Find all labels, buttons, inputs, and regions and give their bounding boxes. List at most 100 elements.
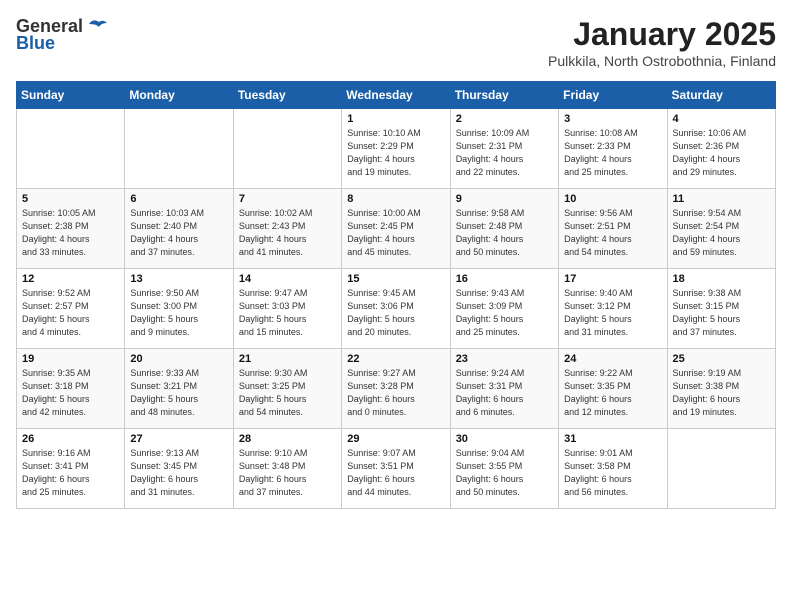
day-info: Sunrise: 9:38 AM Sunset: 3:15 PM Dayligh… xyxy=(673,287,770,339)
table-row: 16 Sunrise: 9:43 AM Sunset: 3:09 PM Dayli… xyxy=(450,269,558,349)
table-row: 25 Sunrise: 9:19 AM Sunset: 3:38 PM Dayli… xyxy=(667,349,775,429)
logo-bird-icon xyxy=(85,18,107,36)
day-number: 31 xyxy=(564,433,661,445)
table-row: 1Sunrise: 10:10 AM Sunset: 2:29 PM Dayli… xyxy=(342,109,450,189)
day-info: Sunrise: 9:13 AM Sunset: 3:45 PM Dayligh… xyxy=(130,447,227,499)
day-info: Sunrise: 9:04 AM Sunset: 3:55 PM Dayligh… xyxy=(456,447,553,499)
table-row: 21Sunrise: 9:30 AM Sunset: 3:25 PM Dayli… xyxy=(233,349,341,429)
day-number: 4 xyxy=(673,113,770,125)
day-info: Sunrise: 10:00 AM Sunset: 2:45 PM Daylig… xyxy=(347,207,444,259)
table-row: 23 Sunrise: 9:24 AM Sunset: 3:31 PM Dayli… xyxy=(450,349,558,429)
table-row: 12 Sunrise: 9:52 AM Sunset: 2:57 PM Dayli… xyxy=(17,269,125,349)
day-number: 25 xyxy=(673,353,770,365)
table-row: 20Sunrise: 9:33 AM Sunset: 3:21 PM Dayli… xyxy=(125,349,233,429)
day-number: 5 xyxy=(22,193,119,205)
header-saturday: Saturday xyxy=(667,82,775,109)
table-row: 9Sunrise: 9:58 AM Sunset: 2:48 PM Daylig… xyxy=(450,189,558,269)
table-row: 14 Sunrise: 9:47 AM Sunset: 3:03 PM Dayli… xyxy=(233,269,341,349)
day-number: 11 xyxy=(673,193,770,205)
day-info: Sunrise: 9:45 AM Sunset: 3:06 PM Dayligh… xyxy=(347,287,444,339)
page-header: General Blue January 2025 Pulkkila, Nort… xyxy=(16,16,776,69)
calendar-week-1: 1Sunrise: 10:10 AM Sunset: 2:29 PM Dayli… xyxy=(17,109,776,189)
table-row: 18 Sunrise: 9:38 AM Sunset: 3:15 PM Dayli… xyxy=(667,269,775,349)
day-info: Sunrise: 9:52 AM Sunset: 2:57 PM Dayligh… xyxy=(22,287,119,339)
table-row: 19 Sunrise: 9:35 AM Sunset: 3:18 PM Dayli… xyxy=(17,349,125,429)
day-info: Sunrise: 9:07 AM Sunset: 3:51 PM Dayligh… xyxy=(347,447,444,499)
table-row: 4 Sunrise: 10:06 AM Sunset: 2:36 PM Dayli… xyxy=(667,109,775,189)
table-row: 15 Sunrise: 9:45 AM Sunset: 3:06 PM Dayli… xyxy=(342,269,450,349)
day-info: Sunrise: 10:09 AM Sunset: 2:31 PM Daylig… xyxy=(456,127,553,179)
table-row: 30 Sunrise: 9:04 AM Sunset: 3:55 PM Dayli… xyxy=(450,429,558,509)
day-info: Sunrise: 9:43 AM Sunset: 3:09 PM Dayligh… xyxy=(456,287,553,339)
header-thursday: Thursday xyxy=(450,82,558,109)
day-info: Sunrise: 9:19 AM Sunset: 3:38 PM Dayligh… xyxy=(673,367,770,419)
day-info: Sunrise: 10:10 AM Sunset: 2:29 PM Daylig… xyxy=(347,127,444,179)
calendar-subtitle: Pulkkila, North Ostrobothnia, Finland xyxy=(548,53,776,69)
table-row: 27 Sunrise: 9:13 AM Sunset: 3:45 PM Dayli… xyxy=(125,429,233,509)
header-friday: Friday xyxy=(559,82,667,109)
day-info: Sunrise: 9:01 AM Sunset: 3:58 PM Dayligh… xyxy=(564,447,661,499)
calendar-week-5: 26Sunrise: 9:16 AM Sunset: 3:41 PM Dayli… xyxy=(17,429,776,509)
header-wednesday: Wednesday xyxy=(342,82,450,109)
day-number: 12 xyxy=(22,273,119,285)
logo: General Blue xyxy=(16,16,107,54)
day-number: 28 xyxy=(239,433,336,445)
day-info: Sunrise: 9:33 AM Sunset: 3:21 PM Dayligh… xyxy=(130,367,227,419)
day-info: Sunrise: 9:24 AM Sunset: 3:31 PM Dayligh… xyxy=(456,367,553,419)
table-row: 26Sunrise: 9:16 AM Sunset: 3:41 PM Dayli… xyxy=(17,429,125,509)
day-number: 29 xyxy=(347,433,444,445)
table-row: 8Sunrise: 10:00 AM Sunset: 2:45 PM Dayli… xyxy=(342,189,450,269)
table-row: 6 Sunrise: 10:03 AM Sunset: 2:40 PM Dayli… xyxy=(125,189,233,269)
table-row: 7 Sunrise: 10:02 AM Sunset: 2:43 PM Dayli… xyxy=(233,189,341,269)
day-number: 27 xyxy=(130,433,227,445)
day-number: 30 xyxy=(456,433,553,445)
day-number: 6 xyxy=(130,193,227,205)
table-row: 17 Sunrise: 9:40 AM Sunset: 3:12 PM Dayli… xyxy=(559,269,667,349)
day-info: Sunrise: 9:56 AM Sunset: 2:51 PM Dayligh… xyxy=(564,207,661,259)
day-info: Sunrise: 10:02 AM Sunset: 2:43 PM Daylig… xyxy=(239,207,336,259)
day-number: 15 xyxy=(347,273,444,285)
day-info: Sunrise: 9:40 AM Sunset: 3:12 PM Dayligh… xyxy=(564,287,661,339)
table-row: 13Sunrise: 9:50 AM Sunset: 3:00 PM Dayli… xyxy=(125,269,233,349)
day-info: Sunrise: 9:47 AM Sunset: 3:03 PM Dayligh… xyxy=(239,287,336,339)
header-tuesday: Tuesday xyxy=(233,82,341,109)
table-row: 28Sunrise: 9:10 AM Sunset: 3:48 PM Dayli… xyxy=(233,429,341,509)
day-number: 14 xyxy=(239,273,336,285)
day-info: Sunrise: 10:06 AM Sunset: 2:36 PM Daylig… xyxy=(673,127,770,179)
day-info: Sunrise: 9:22 AM Sunset: 3:35 PM Dayligh… xyxy=(564,367,661,419)
table-row xyxy=(233,109,341,189)
table-row: 22Sunrise: 9:27 AM Sunset: 3:28 PM Dayli… xyxy=(342,349,450,429)
calendar-week-4: 19 Sunrise: 9:35 AM Sunset: 3:18 PM Dayli… xyxy=(17,349,776,429)
table-row: 29 Sunrise: 9:07 AM Sunset: 3:51 PM Dayli… xyxy=(342,429,450,509)
day-info: Sunrise: 10:08 AM Sunset: 2:33 PM Daylig… xyxy=(564,127,661,179)
day-number: 7 xyxy=(239,193,336,205)
table-row: 24 Sunrise: 9:22 AM Sunset: 3:35 PM Dayli… xyxy=(559,349,667,429)
day-number: 17 xyxy=(564,273,661,285)
table-row xyxy=(17,109,125,189)
day-info: Sunrise: 9:27 AM Sunset: 3:28 PM Dayligh… xyxy=(347,367,444,419)
calendar-title: January 2025 xyxy=(548,16,776,53)
day-number: 10 xyxy=(564,193,661,205)
day-number: 16 xyxy=(456,273,553,285)
day-info: Sunrise: 9:50 AM Sunset: 3:00 PM Dayligh… xyxy=(130,287,227,339)
logo-blue-text: Blue xyxy=(16,33,55,54)
day-number: 19 xyxy=(22,353,119,365)
day-number: 23 xyxy=(456,353,553,365)
day-number: 9 xyxy=(456,193,553,205)
day-number: 18 xyxy=(673,273,770,285)
day-info: Sunrise: 9:16 AM Sunset: 3:41 PM Dayligh… xyxy=(22,447,119,499)
day-info: Sunrise: 10:03 AM Sunset: 2:40 PM Daylig… xyxy=(130,207,227,259)
day-number: 21 xyxy=(239,353,336,365)
calendar-table: Sunday Monday Tuesday Wednesday Thursday… xyxy=(16,81,776,509)
day-info: Sunrise: 9:35 AM Sunset: 3:18 PM Dayligh… xyxy=(22,367,119,419)
table-row: 10 Sunrise: 9:56 AM Sunset: 2:51 PM Dayli… xyxy=(559,189,667,269)
table-row: 5Sunrise: 10:05 AM Sunset: 2:38 PM Dayli… xyxy=(17,189,125,269)
calendar-week-3: 12 Sunrise: 9:52 AM Sunset: 2:57 PM Dayli… xyxy=(17,269,776,349)
header-sunday: Sunday xyxy=(17,82,125,109)
day-number: 24 xyxy=(564,353,661,365)
table-row: 2Sunrise: 10:09 AM Sunset: 2:31 PM Dayli… xyxy=(450,109,558,189)
day-number: 3 xyxy=(564,113,661,125)
table-row xyxy=(125,109,233,189)
table-row: 3 Sunrise: 10:08 AM Sunset: 2:33 PM Dayli… xyxy=(559,109,667,189)
title-block: January 2025 Pulkkila, North Ostrobothni… xyxy=(548,16,776,69)
